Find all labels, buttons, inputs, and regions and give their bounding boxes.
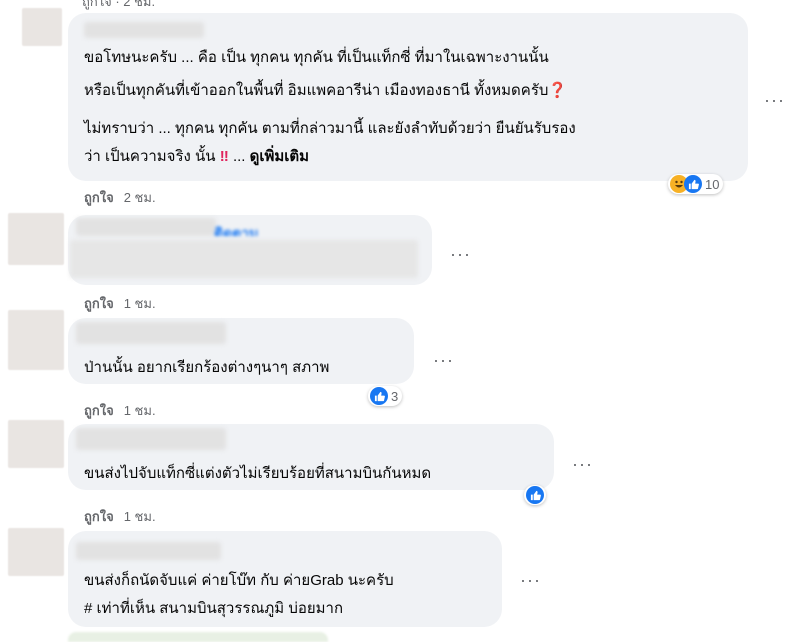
comment-actions: ถูกใจ 1 ชม. — [84, 506, 156, 527]
more-options-icon[interactable]: ··· — [450, 245, 471, 263]
like-reaction-icon — [684, 175, 702, 193]
more-options-icon[interactable]: ··· — [572, 455, 593, 473]
previous-comment-meta: ถูกใจ · 2 ชม. — [82, 0, 156, 9]
timestamp[interactable]: 2 ชม. — [124, 190, 156, 205]
comment-text-blurred — [70, 240, 418, 278]
question-mark-emoji: ❓ — [548, 82, 568, 99]
comment-text-line: ขอโทษนะครับ ... คือ เป็น ทุกคน ทุกคัน ที… — [84, 49, 549, 66]
commenter-name-blurred[interactable] — [76, 218, 216, 236]
like-reaction-icon — [526, 486, 544, 504]
reaction-count: 10 — [705, 176, 720, 192]
like-button[interactable]: ถูกใจ — [84, 190, 114, 205]
follow-link[interactable]: ติดตาม — [214, 222, 258, 236]
comment-text-line: ขนส่งก็ถนัดจับแค่ ค่ายโบ๊ท กับ ค่ายGrab … — [84, 572, 394, 589]
comment-text-line: ขนส่งไปจับแท็กซี่แต่งตัวไม่เรียบร้อยที่ส… — [84, 465, 432, 482]
commenter-name-blurred[interactable] — [76, 542, 221, 560]
avatar[interactable] — [8, 213, 64, 265]
timestamp[interactable]: 1 ชม. — [124, 296, 156, 311]
double-exclamation-emoji: ‼ — [219, 148, 229, 165]
more-options-icon[interactable]: ··· — [764, 91, 785, 109]
comment-text-line: ว่า เป็นความจริง นั้น ‼ ... ดูเพิ่มเติม — [84, 148, 310, 165]
like-button[interactable]: ถูกใจ — [84, 509, 114, 524]
commenter-name-blurred[interactable] — [84, 22, 204, 38]
avatar[interactable] — [8, 528, 64, 576]
comment-text-line: ไม่ทราบว่า ... ทุกคน ทุกคัน ตามที่กล่าวม… — [84, 120, 576, 137]
like-reaction-icon — [370, 387, 388, 405]
comment-actions: ถูกใจ 2 ชม. — [84, 187, 156, 208]
commenter-name-blurred[interactable] — [76, 322, 226, 344]
reaction-count: 3 — [391, 388, 399, 404]
more-options-icon[interactable]: ··· — [433, 351, 454, 369]
see-more-link[interactable]: ดูเพิ่มเติม — [250, 148, 309, 165]
avatar[interactable] — [22, 8, 62, 46]
comment-actions: ถูกใจ 1 ชม. — [84, 400, 156, 421]
timestamp[interactable]: 1 ชม. — [124, 403, 156, 418]
comment-text-line: ป่านนั้น อยากเรียกร้องต่างๆนาๆ สภาพ — [84, 359, 330, 376]
reaction-summary[interactable] — [524, 485, 546, 505]
commenter-name-blurred[interactable] — [76, 428, 226, 450]
like-button[interactable]: ถูกใจ — [84, 403, 114, 418]
avatar[interactable] — [8, 310, 64, 370]
like-button[interactable]: ถูกใจ — [84, 296, 114, 311]
reaction-summary[interactable]: 10 — [668, 174, 724, 194]
next-comment-preview — [68, 632, 328, 642]
more-options-icon[interactable]: ··· — [520, 571, 541, 589]
comment-text-line: หรือเป็นทุกคันที่เข้าออกในพื้นที่ อิมแพค… — [84, 82, 568, 99]
comment-text-line: # เท่าที่เห็น สนามบินสุวรรณภูมิ บ่อยมาก — [84, 600, 344, 617]
timestamp[interactable]: 1 ชม. — [124, 509, 156, 524]
reaction-summary[interactable]: 3 — [368, 386, 403, 406]
avatar[interactable] — [8, 420, 64, 468]
comment-actions: ถูกใจ 1 ชม. — [84, 293, 156, 314]
